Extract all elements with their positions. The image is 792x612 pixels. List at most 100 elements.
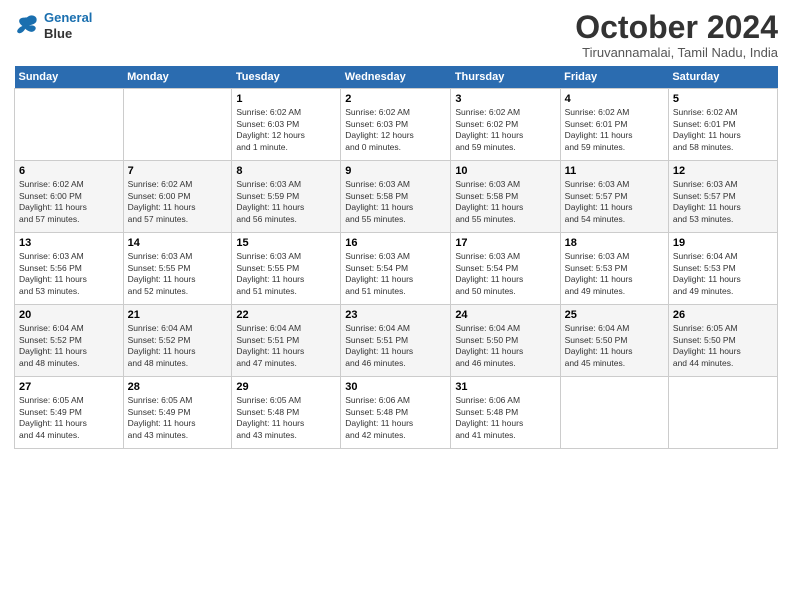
day-cell: 24 Sunrise: 6:04 AM Sunset: 5:50 PM Dayli… bbox=[451, 305, 560, 377]
day-cell: 27 Sunrise: 6:05 AM Sunset: 5:49 PM Dayli… bbox=[15, 377, 124, 449]
day-cell bbox=[668, 377, 777, 449]
day-number: 5 bbox=[673, 93, 773, 105]
day-cell: 6 Sunrise: 6:02 AM Sunset: 6:00 PM Daylig… bbox=[15, 161, 124, 233]
day-number: 31 bbox=[455, 381, 555, 393]
day-info: Sunrise: 6:03 AM Sunset: 5:56 PM Dayligh… bbox=[19, 251, 119, 297]
day-info: Sunrise: 6:03 AM Sunset: 5:58 PM Dayligh… bbox=[345, 179, 446, 225]
day-number: 13 bbox=[19, 237, 119, 249]
day-cell: 4Sunrise: 6:02 AM Sunset: 6:01 PM Daylig… bbox=[560, 89, 668, 161]
header-row: SundayMondayTuesdayWednesdayThursdayFrid… bbox=[15, 66, 778, 89]
day-info: Sunrise: 6:02 AM Sunset: 6:01 PM Dayligh… bbox=[673, 107, 773, 153]
day-number: 4 bbox=[565, 93, 664, 105]
calendar-table: SundayMondayTuesdayWednesdayThursdayFrid… bbox=[14, 66, 778, 449]
day-header-thursday: Thursday bbox=[451, 66, 560, 89]
day-info: Sunrise: 6:03 AM Sunset: 5:55 PM Dayligh… bbox=[236, 251, 336, 297]
day-cell: 9 Sunrise: 6:03 AM Sunset: 5:58 PM Daylig… bbox=[341, 161, 451, 233]
day-number: 2 bbox=[345, 93, 446, 105]
day-info: Sunrise: 6:04 AM Sunset: 5:50 PM Dayligh… bbox=[455, 323, 555, 369]
day-number: 15 bbox=[236, 237, 336, 249]
day-info: Sunrise: 6:02 AM Sunset: 6:02 PM Dayligh… bbox=[455, 107, 555, 153]
day-cell: 5 Sunrise: 6:02 AM Sunset: 6:01 PM Daylig… bbox=[668, 89, 777, 161]
day-number: 16 bbox=[345, 237, 446, 249]
day-cell: 28Sunrise: 6:05 AM Sunset: 5:49 PM Dayli… bbox=[123, 377, 232, 449]
day-cell: 3 Sunrise: 6:02 AM Sunset: 6:02 PM Daylig… bbox=[451, 89, 560, 161]
day-cell: 25Sunrise: 6:04 AM Sunset: 5:50 PM Dayli… bbox=[560, 305, 668, 377]
day-cell: 16Sunrise: 6:03 AM Sunset: 5:54 PM Dayli… bbox=[341, 233, 451, 305]
day-info: Sunrise: 6:04 AM Sunset: 5:51 PM Dayligh… bbox=[345, 323, 446, 369]
day-header-sunday: Sunday bbox=[15, 66, 124, 89]
day-cell: 17Sunrise: 6:03 AM Sunset: 5:54 PM Dayli… bbox=[451, 233, 560, 305]
header: General Blue October 2024 Tiruvannamalai… bbox=[14, 10, 778, 60]
day-number: 6 bbox=[19, 165, 119, 177]
day-info: Sunrise: 6:05 AM Sunset: 5:49 PM Dayligh… bbox=[19, 395, 119, 441]
day-number: 3 bbox=[455, 93, 555, 105]
day-info: Sunrise: 6:03 AM Sunset: 5:53 PM Dayligh… bbox=[565, 251, 664, 297]
day-cell: 12Sunrise: 6:03 AM Sunset: 5:57 PM Dayli… bbox=[668, 161, 777, 233]
day-cell: 15 Sunrise: 6:03 AM Sunset: 5:55 PM Dayli… bbox=[232, 233, 341, 305]
logo: General Blue bbox=[14, 10, 92, 41]
day-info: Sunrise: 6:03 AM Sunset: 5:54 PM Dayligh… bbox=[455, 251, 555, 297]
day-cell: 29Sunrise: 6:05 AM Sunset: 5:48 PM Dayli… bbox=[232, 377, 341, 449]
day-info: Sunrise: 6:04 AM Sunset: 5:51 PM Dayligh… bbox=[236, 323, 336, 369]
day-info: Sunrise: 6:02 AM Sunset: 6:03 PM Dayligh… bbox=[345, 107, 446, 153]
day-cell: 19Sunrise: 6:04 AM Sunset: 5:53 PM Dayli… bbox=[668, 233, 777, 305]
day-cell: 13 Sunrise: 6:03 AM Sunset: 5:56 PM Dayli… bbox=[15, 233, 124, 305]
day-info: Sunrise: 6:03 AM Sunset: 5:57 PM Dayligh… bbox=[565, 179, 664, 225]
location: Tiruvannamalai, Tamil Nadu, India bbox=[575, 45, 778, 60]
day-header-friday: Friday bbox=[560, 66, 668, 89]
day-number: 18 bbox=[565, 237, 664, 249]
week-row-1: 1 Sunrise: 6:02 AM Sunset: 6:03 PM Daylig… bbox=[15, 89, 778, 161]
calendar-page: General Blue October 2024 Tiruvannamalai… bbox=[0, 0, 792, 457]
day-number: 27 bbox=[19, 381, 119, 393]
day-number: 11 bbox=[565, 165, 664, 177]
day-number: 20 bbox=[19, 309, 119, 321]
day-cell: 11 Sunrise: 6:03 AM Sunset: 5:57 PM Dayli… bbox=[560, 161, 668, 233]
day-number: 26 bbox=[673, 309, 773, 321]
day-info: Sunrise: 6:03 AM Sunset: 5:59 PM Dayligh… bbox=[236, 179, 336, 225]
day-header-saturday: Saturday bbox=[668, 66, 777, 89]
logo-icon bbox=[14, 12, 42, 40]
day-cell: 20 Sunrise: 6:04 AM Sunset: 5:52 PM Dayli… bbox=[15, 305, 124, 377]
week-row-5: 27 Sunrise: 6:05 AM Sunset: 5:49 PM Dayli… bbox=[15, 377, 778, 449]
logo-text: General Blue bbox=[44, 10, 92, 41]
day-info: Sunrise: 6:04 AM Sunset: 5:52 PM Dayligh… bbox=[19, 323, 119, 369]
day-number: 22 bbox=[236, 309, 336, 321]
day-number: 25 bbox=[565, 309, 664, 321]
day-info: Sunrise: 6:03 AM Sunset: 5:55 PM Dayligh… bbox=[128, 251, 228, 297]
day-number: 24 bbox=[455, 309, 555, 321]
day-cell: 30 Sunrise: 6:06 AM Sunset: 5:48 PM Dayli… bbox=[341, 377, 451, 449]
day-number: 14 bbox=[128, 237, 228, 249]
day-cell: 18 Sunrise: 6:03 AM Sunset: 5:53 PM Dayli… bbox=[560, 233, 668, 305]
day-info: Sunrise: 6:02 AM Sunset: 6:03 PM Dayligh… bbox=[236, 107, 336, 153]
day-cell bbox=[560, 377, 668, 449]
day-cell: 8Sunrise: 6:03 AM Sunset: 5:59 PM Daylig… bbox=[232, 161, 341, 233]
day-number: 28 bbox=[128, 381, 228, 393]
day-cell: 22 Sunrise: 6:04 AM Sunset: 5:51 PM Dayli… bbox=[232, 305, 341, 377]
day-number: 21 bbox=[128, 309, 228, 321]
week-row-4: 20 Sunrise: 6:04 AM Sunset: 5:52 PM Dayli… bbox=[15, 305, 778, 377]
day-info: Sunrise: 6:02 AM Sunset: 6:00 PM Dayligh… bbox=[19, 179, 119, 225]
day-number: 23 bbox=[345, 309, 446, 321]
title-area: October 2024 Tiruvannamalai, Tamil Nadu,… bbox=[575, 10, 778, 60]
day-info: Sunrise: 6:06 AM Sunset: 5:48 PM Dayligh… bbox=[455, 395, 555, 441]
day-cell: 23 Sunrise: 6:04 AM Sunset: 5:51 PM Dayli… bbox=[341, 305, 451, 377]
day-cell bbox=[15, 89, 124, 161]
day-number: 12 bbox=[673, 165, 773, 177]
day-number: 30 bbox=[345, 381, 446, 393]
day-cell: 21Sunrise: 6:04 AM Sunset: 5:52 PM Dayli… bbox=[123, 305, 232, 377]
month-title: October 2024 bbox=[575, 10, 778, 45]
day-info: Sunrise: 6:06 AM Sunset: 5:48 PM Dayligh… bbox=[345, 395, 446, 441]
day-number: 10 bbox=[455, 165, 555, 177]
day-cell: 10 Sunrise: 6:03 AM Sunset: 5:58 PM Dayli… bbox=[451, 161, 560, 233]
day-number: 19 bbox=[673, 237, 773, 249]
day-number: 29 bbox=[236, 381, 336, 393]
day-cell: 7Sunrise: 6:02 AM Sunset: 6:00 PM Daylig… bbox=[123, 161, 232, 233]
week-row-2: 6 Sunrise: 6:02 AM Sunset: 6:00 PM Daylig… bbox=[15, 161, 778, 233]
day-number: 1 bbox=[236, 93, 336, 105]
day-number: 9 bbox=[345, 165, 446, 177]
day-cell: 2 Sunrise: 6:02 AM Sunset: 6:03 PM Daylig… bbox=[341, 89, 451, 161]
day-info: Sunrise: 6:05 AM Sunset: 5:50 PM Dayligh… bbox=[673, 323, 773, 369]
week-row-3: 13 Sunrise: 6:03 AM Sunset: 5:56 PM Dayli… bbox=[15, 233, 778, 305]
day-info: Sunrise: 6:03 AM Sunset: 5:58 PM Dayligh… bbox=[455, 179, 555, 225]
day-info: Sunrise: 6:02 AM Sunset: 6:00 PM Dayligh… bbox=[128, 179, 228, 225]
